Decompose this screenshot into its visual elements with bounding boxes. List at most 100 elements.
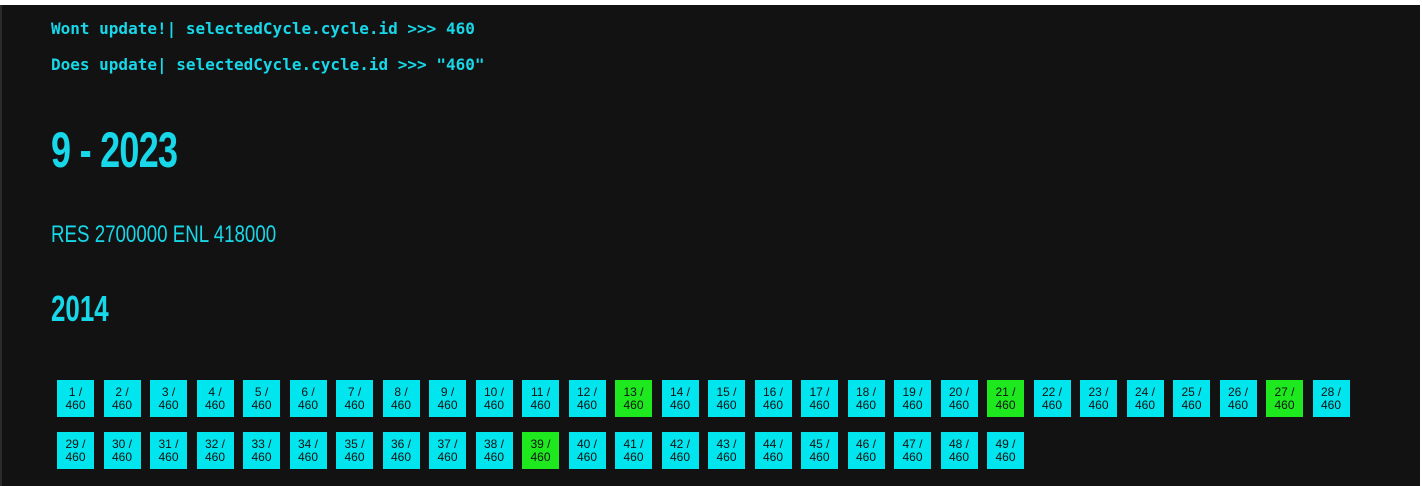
cycle-cell[interactable]: 32 /460	[196, 432, 234, 469]
cycle-cell[interactable]: 14 /460	[661, 380, 699, 417]
cycle-cell-number: 28 /	[1320, 384, 1341, 399]
cycle-cell-number: 45 /	[809, 436, 830, 451]
cycle-cell-total: 460	[669, 449, 691, 464]
cycle-cell[interactable]: 1 /460	[57, 380, 94, 417]
cycle-cell[interactable]: 29 /460	[57, 432, 94, 469]
cycle-cell-total: 460	[297, 397, 319, 412]
cycle-cell-total: 460	[855, 397, 877, 412]
cycle-cell[interactable]: 40 /460	[568, 432, 606, 469]
cycle-cell-number: 39 /	[530, 436, 551, 451]
cycle-cell-total: 460	[1181, 397, 1202, 412]
cycle-cell[interactable]: 35 /460	[336, 432, 373, 469]
cycle-cell[interactable]: 17 /460	[801, 380, 838, 417]
cycle-cell[interactable]: 25 /460	[1173, 380, 1210, 417]
cycle-cell-total: 460	[809, 397, 830, 412]
cycle-cell[interactable]: 9 /460	[429, 380, 466, 417]
cycle-cell[interactable]: 28 /460	[1312, 380, 1350, 417]
cycle-cell-number: 41 /	[623, 436, 644, 451]
cycle-cell-number: 36 /	[390, 436, 411, 451]
cycle-cell-number: 49 /	[995, 436, 1016, 451]
cycle-cell[interactable]: 3 /460	[150, 380, 187, 417]
cycle-cell-total: 460	[158, 397, 179, 412]
cycle-cell-number: 20 /	[948, 384, 969, 399]
cycle-cell[interactable]: 38 /460	[475, 432, 513, 469]
cycle-cell[interactable]: 34 /460	[289, 432, 327, 469]
cycle-cell[interactable]: 33 /460	[243, 432, 280, 469]
cycle-cell-total: 460	[623, 397, 644, 412]
cycle-cell-total: 460	[716, 449, 737, 464]
cycle-cell-number: 19 /	[902, 384, 923, 399]
cycle-cell-highlighted[interactable]: 27 /460	[1266, 380, 1303, 417]
cycle-cell-highlighted[interactable]: 13 /460	[615, 380, 652, 417]
cycle-cell[interactable]: 20 /460	[940, 380, 978, 417]
cycle-cell[interactable]: 16 /460	[754, 380, 792, 417]
cycle-cell-number: 31 /	[158, 436, 179, 451]
cycle-cell-number: 40 /	[576, 436, 597, 451]
cycle-row: 29 /460 30 /460 31 /460 32 /460 33 /460 34 /4…	[57, 432, 1397, 469]
cycle-cell-total: 460	[251, 397, 272, 412]
cycle-cell[interactable]: 7 /460	[336, 380, 373, 417]
cycle-cell-number: 43 /	[716, 436, 737, 451]
cycle-cell[interactable]: 2 /460	[103, 380, 141, 417]
cycle-cell-number: 27 /	[1274, 384, 1295, 399]
cycle-cell-total: 460	[948, 397, 970, 412]
cycle-cell[interactable]: 42 /460	[661, 432, 699, 469]
cycle-cell[interactable]: 24 /460	[1126, 380, 1164, 417]
cycle-cell[interactable]: 22 /460	[1033, 380, 1071, 417]
cycle-cell-number: 18 /	[855, 384, 876, 399]
cycle-cell[interactable]: 43 /460	[708, 432, 745, 469]
cycle-cell-highlighted[interactable]: 21 /460	[987, 380, 1024, 417]
debug-line-wont-update: Wont update!| selectedCycle.cycle.id >>>…	[51, 19, 475, 38]
cycle-cell-number: 38 /	[483, 436, 504, 451]
cycle-cell-total: 460	[344, 397, 365, 412]
cycle-cell-number: 2 /	[115, 384, 129, 399]
cycle-cell[interactable]: 19 /460	[894, 380, 931, 417]
cycle-cell[interactable]: 8 /460	[382, 380, 420, 417]
cycle-cell-number: 30 /	[111, 436, 132, 451]
cycle-cell-highlighted[interactable]: 39 /460	[522, 432, 559, 469]
cycle-cell-total: 460	[855, 449, 877, 464]
cycle-cell[interactable]: 10 /460	[475, 380, 513, 417]
cycle-cell-number: 22 /	[1041, 384, 1062, 399]
cycle-cell[interactable]: 15 /460	[708, 380, 745, 417]
cycle-cell[interactable]: 47 /460	[894, 432, 931, 469]
cycle-cell-total: 460	[204, 449, 226, 464]
cycle-cell-total: 460	[902, 397, 923, 412]
cycle-cell[interactable]: 49 /460	[987, 432, 1024, 469]
cycle-cell[interactable]: 48 /460	[940, 432, 978, 469]
cycle-cell[interactable]: 44 /460	[754, 432, 792, 469]
cycle-cell[interactable]: 37 /460	[429, 432, 466, 469]
cycle-cell-number: 10 /	[483, 384, 504, 399]
cycle-cell-total: 460	[762, 397, 784, 412]
cycle-cell[interactable]: 6 /460	[289, 380, 327, 417]
cycle-cell-total: 460	[483, 397, 505, 412]
cycle-cell[interactable]: 5 /460	[243, 380, 280, 417]
cycle-cell[interactable]: 41 /460	[615, 432, 652, 469]
cycle-cell-total: 460	[483, 449, 505, 464]
cycle-cell-number: 23 /	[1088, 384, 1109, 399]
cycle-cell[interactable]: 36 /460	[382, 432, 420, 469]
cycle-cell-total: 460	[995, 449, 1016, 464]
cycle-cell[interactable]: 46 /460	[847, 432, 885, 469]
cycle-cell-total: 460	[623, 449, 644, 464]
year-heading: 2014	[51, 288, 109, 329]
cycle-cell-total: 460	[437, 397, 458, 412]
cycle-cell-number: 13 /	[623, 384, 644, 399]
cycle-cell[interactable]: 26 /460	[1219, 380, 1257, 417]
cycle-cell-total: 460	[576, 449, 598, 464]
cycle-cell-total: 460	[948, 449, 970, 464]
cycle-cell[interactable]: 4 /460	[196, 380, 234, 417]
cycle-cell-number: 9 /	[440, 384, 455, 399]
cycle-cell[interactable]: 12 /460	[568, 380, 606, 417]
cycle-cell[interactable]: 31 /460	[150, 432, 187, 469]
cycle-cell-number: 35 /	[344, 436, 365, 451]
cycle-cell-total: 460	[65, 449, 86, 464]
cycle-cell-number: 4 /	[208, 384, 222, 399]
cycle-cell-number: 47 /	[902, 436, 923, 451]
cycle-cell-number: 11 /	[530, 384, 551, 399]
cycle-cell[interactable]: 23 /460	[1080, 380, 1117, 417]
cycle-cell[interactable]: 11 /460	[522, 380, 559, 417]
cycle-cell[interactable]: 30 /460	[103, 432, 141, 469]
cycle-cell[interactable]: 45 /460	[801, 432, 838, 469]
cycle-cell[interactable]: 18 /460	[847, 380, 885, 417]
